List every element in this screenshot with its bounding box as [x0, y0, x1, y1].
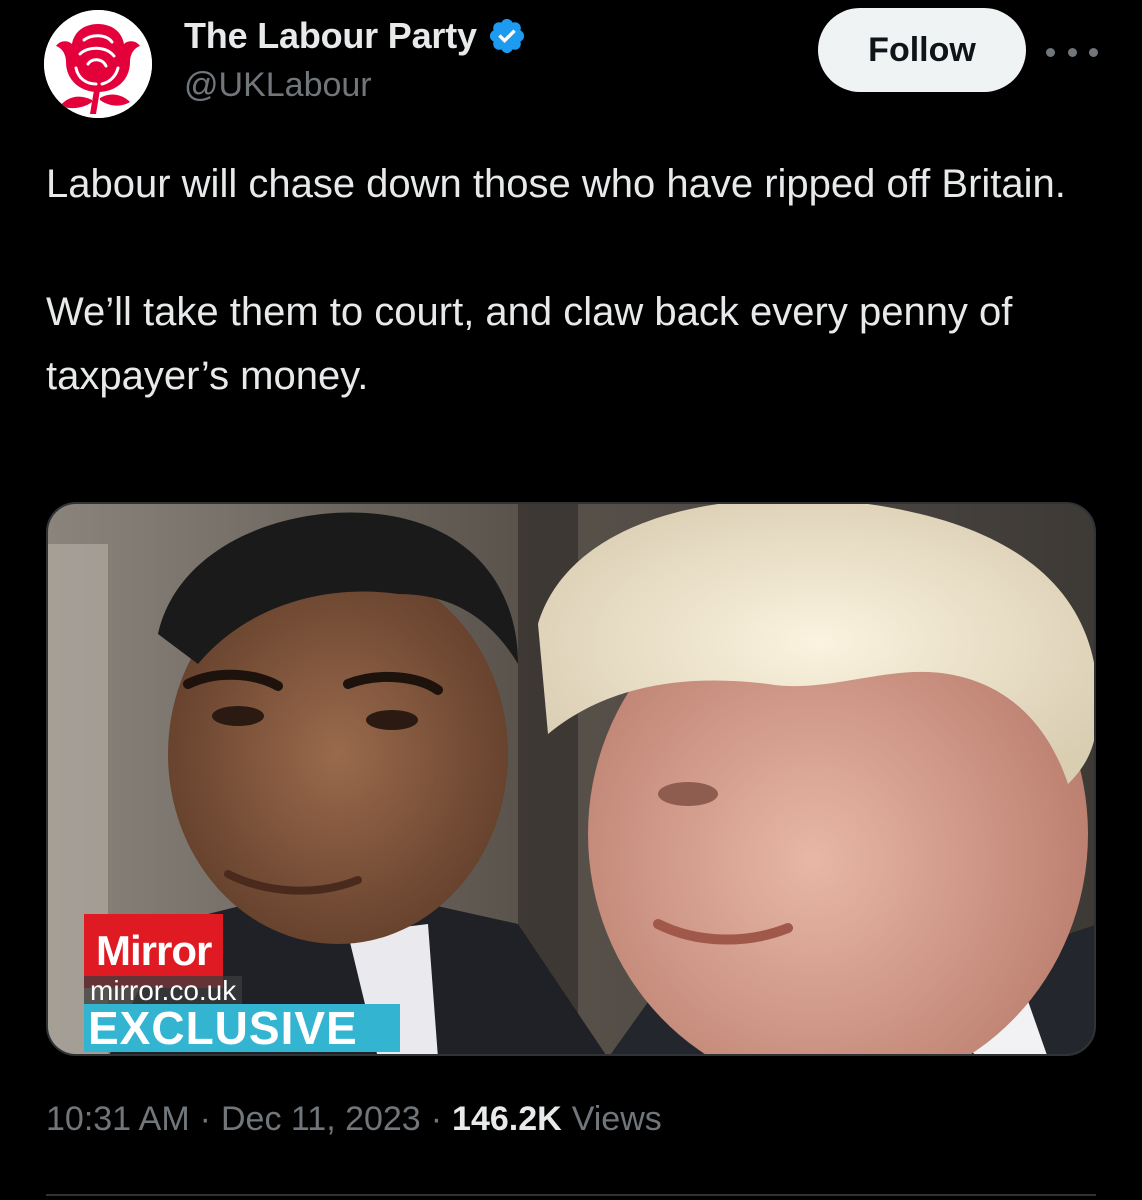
views-count[interactable]: 146.2K [452, 1100, 562, 1139]
separator-dot: · [430, 1100, 443, 1138]
tweet-card: The Labour Party @UKLabour Follow Labour… [0, 0, 1142, 1200]
author-handle[interactable]: @UKLabour [184, 66, 372, 105]
tweet-metadata: 10:31 AM · Dec 11, 2023 · 146.2K Views [46, 1100, 662, 1139]
mirror-domain-label: mirror.co.uk [84, 976, 243, 1006]
more-options-icon[interactable] [1046, 38, 1098, 66]
author-name-row: The Labour Party [184, 12, 527, 60]
author-avatar[interactable] [44, 10, 152, 118]
divider [46, 1194, 1096, 1196]
tweet-paragraph: Labour will chase down those who have ri… [46, 162, 1066, 206]
labour-rose-icon [44, 10, 152, 118]
tweet-time[interactable]: 10:31 AM [46, 1100, 190, 1139]
separator-dot: · [199, 1100, 211, 1138]
author-display-name[interactable]: The Labour Party [184, 15, 477, 57]
verified-badge-icon[interactable] [487, 16, 527, 56]
exclusive-banner: EXCLUSIVE [84, 1004, 400, 1052]
views-label[interactable]: Views [572, 1100, 662, 1139]
tweet-date[interactable]: Dec 11, 2023 [221, 1100, 421, 1139]
tweet-text: Labour will chase down those who have ri… [46, 152, 1106, 408]
follow-button[interactable]: Follow [818, 8, 1026, 92]
tweet-paragraph: We’ll take them to court, and claw back … [46, 290, 1013, 398]
